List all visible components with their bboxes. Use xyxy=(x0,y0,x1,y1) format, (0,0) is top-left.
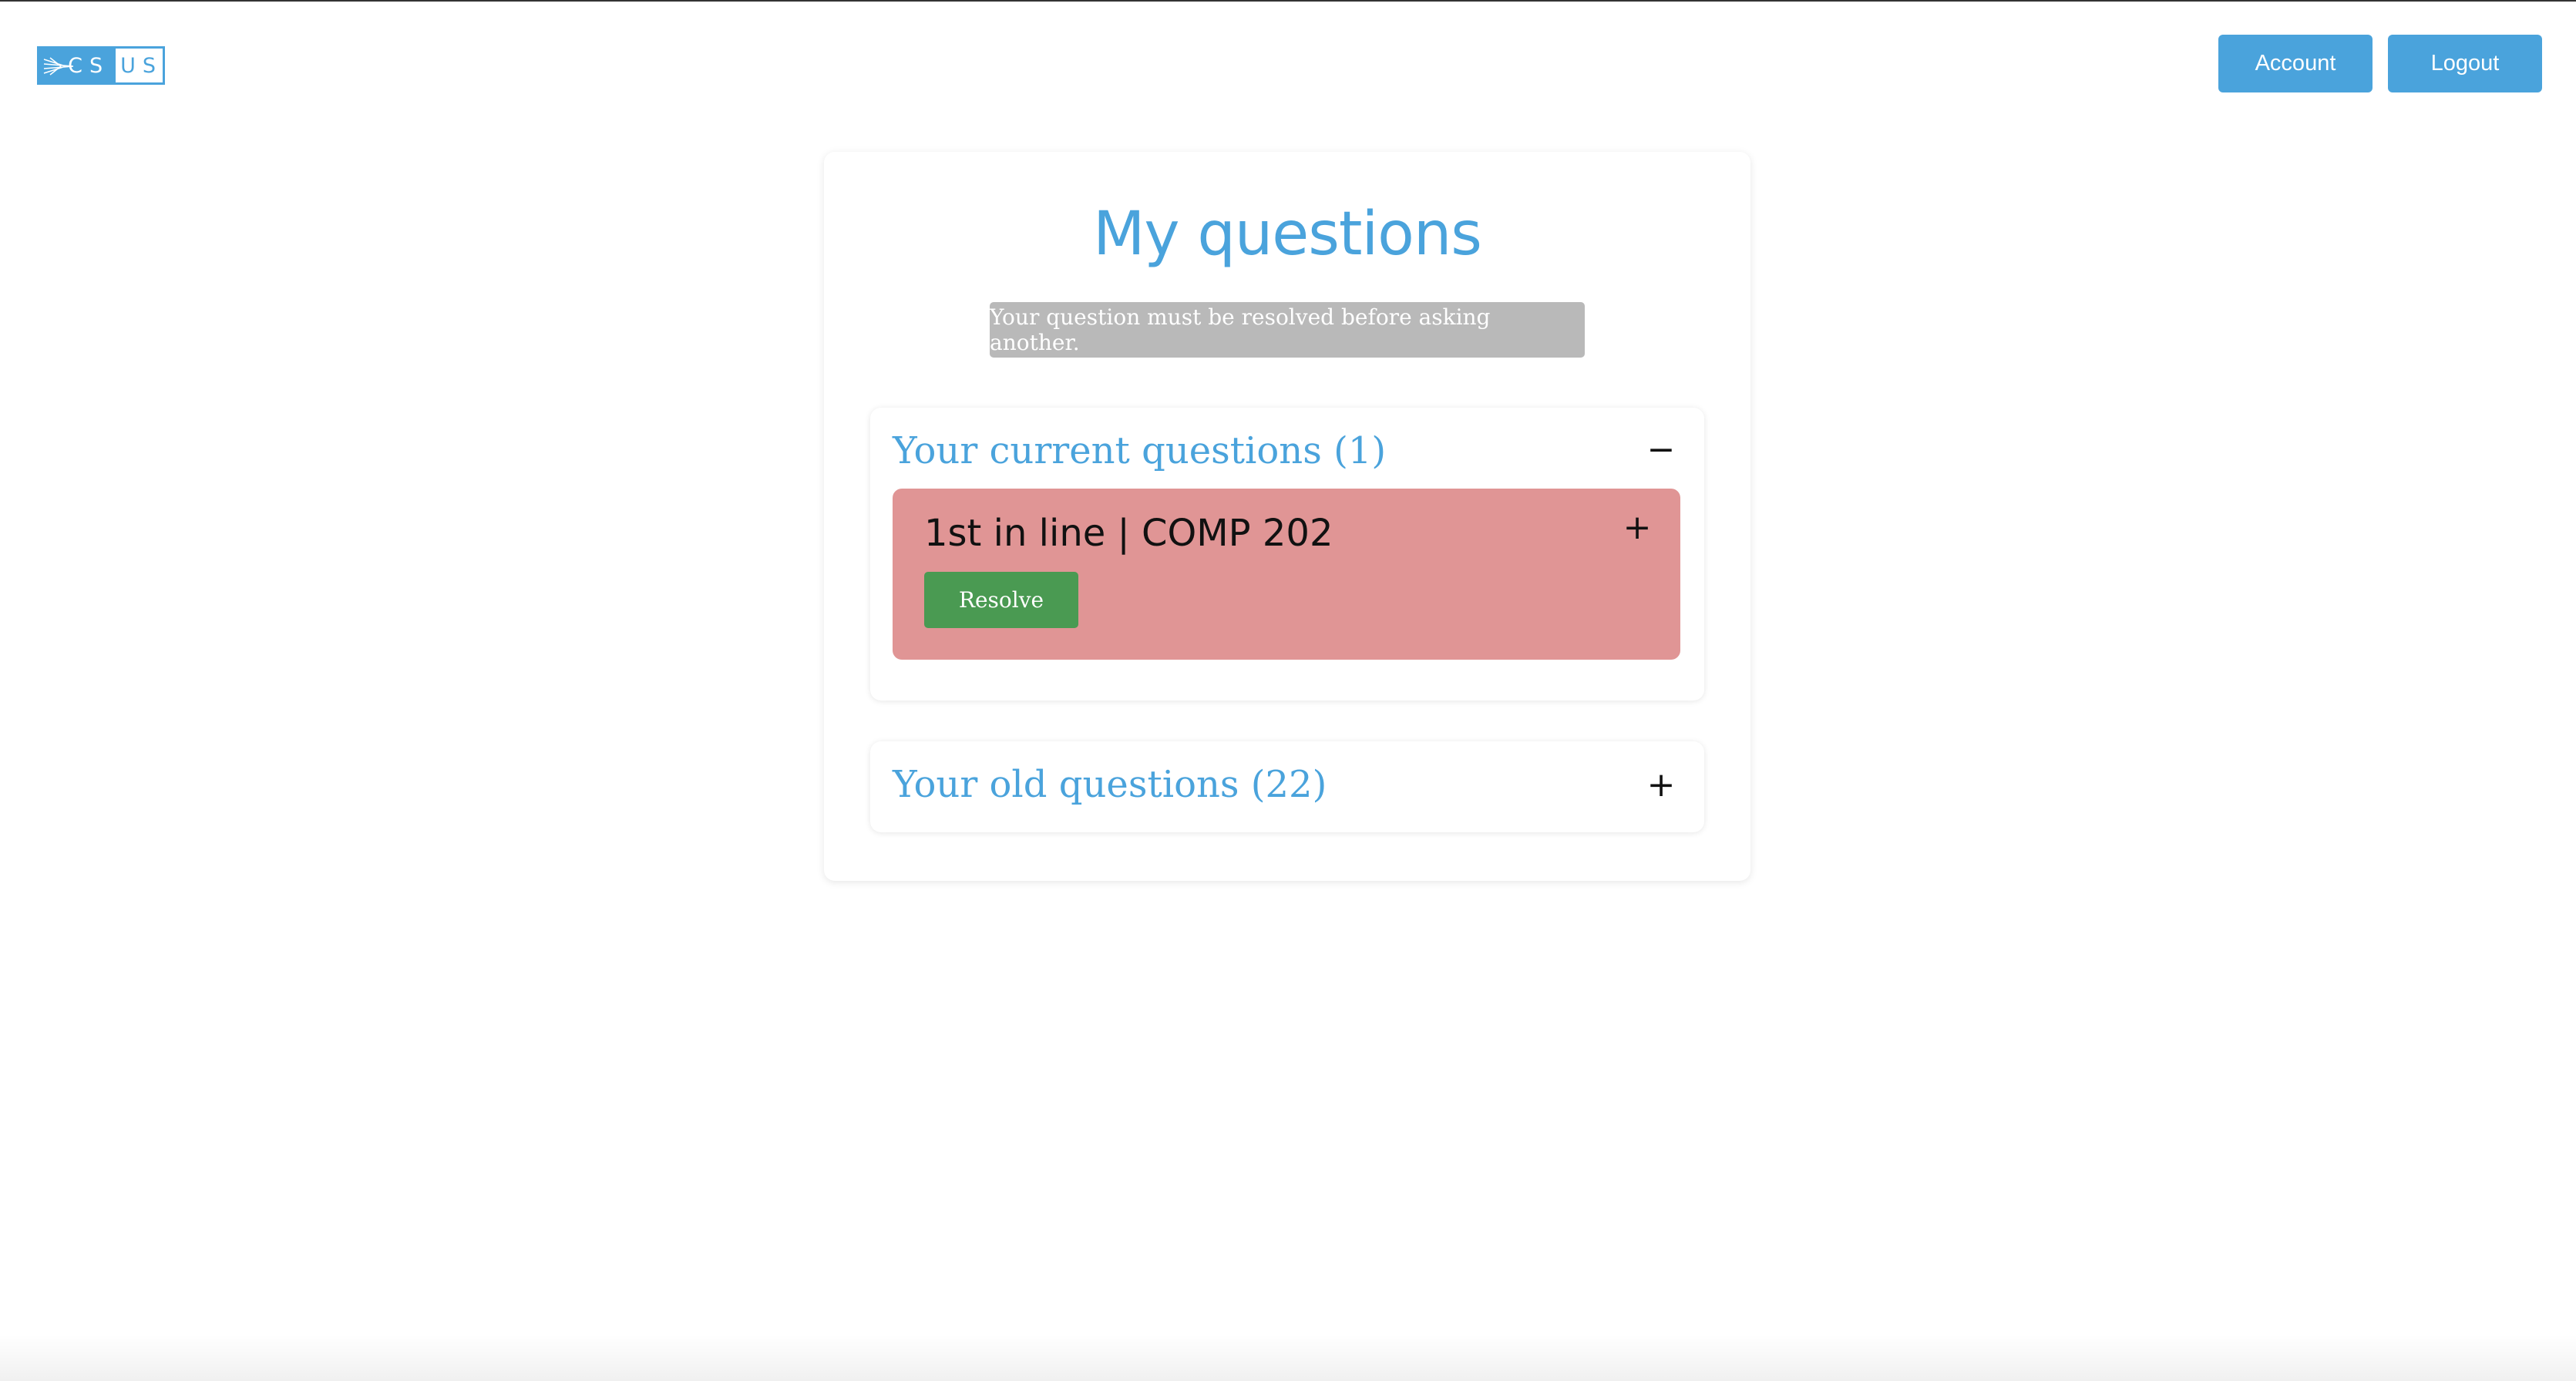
question-title[interactable]: 1st in line | COMP 202 xyxy=(924,512,1333,555)
expand-icon[interactable]: + xyxy=(1622,508,1653,547)
logo-text-left: CS xyxy=(68,53,110,78)
old-questions-panel: Your old questions (22) + xyxy=(870,741,1704,832)
account-button[interactable]: Account xyxy=(2218,35,2373,92)
expand-icon[interactable]: + xyxy=(1646,765,1676,805)
page-title: My questions xyxy=(1093,200,1482,269)
logout-button[interactable]: Logout xyxy=(2388,35,2542,92)
resolve-notice: Your question must be resolved before as… xyxy=(990,302,1585,358)
old-questions-title[interactable]: Your old questions (22) xyxy=(893,763,1327,806)
current-questions-title[interactable]: Your current questions (1) xyxy=(893,429,1386,472)
page: CS US Account Logout My questions Your q… xyxy=(0,0,2576,1381)
collapse-icon[interactable]: − xyxy=(1646,430,1676,469)
bottom-shade xyxy=(0,1335,2576,1381)
resolve-button[interactable]: Resolve xyxy=(924,572,1078,628)
logo-fill: CS xyxy=(39,49,116,82)
csus-logo[interactable]: CS US xyxy=(37,46,165,85)
questions-card: My questions Your question must be resol… xyxy=(824,152,1750,881)
logo-text-right: US xyxy=(120,53,163,78)
question-item: 1st in line | COMP 202 + Resolve xyxy=(893,489,1680,660)
current-questions-panel: Your current questions (1) − 1st in line… xyxy=(870,408,1704,701)
